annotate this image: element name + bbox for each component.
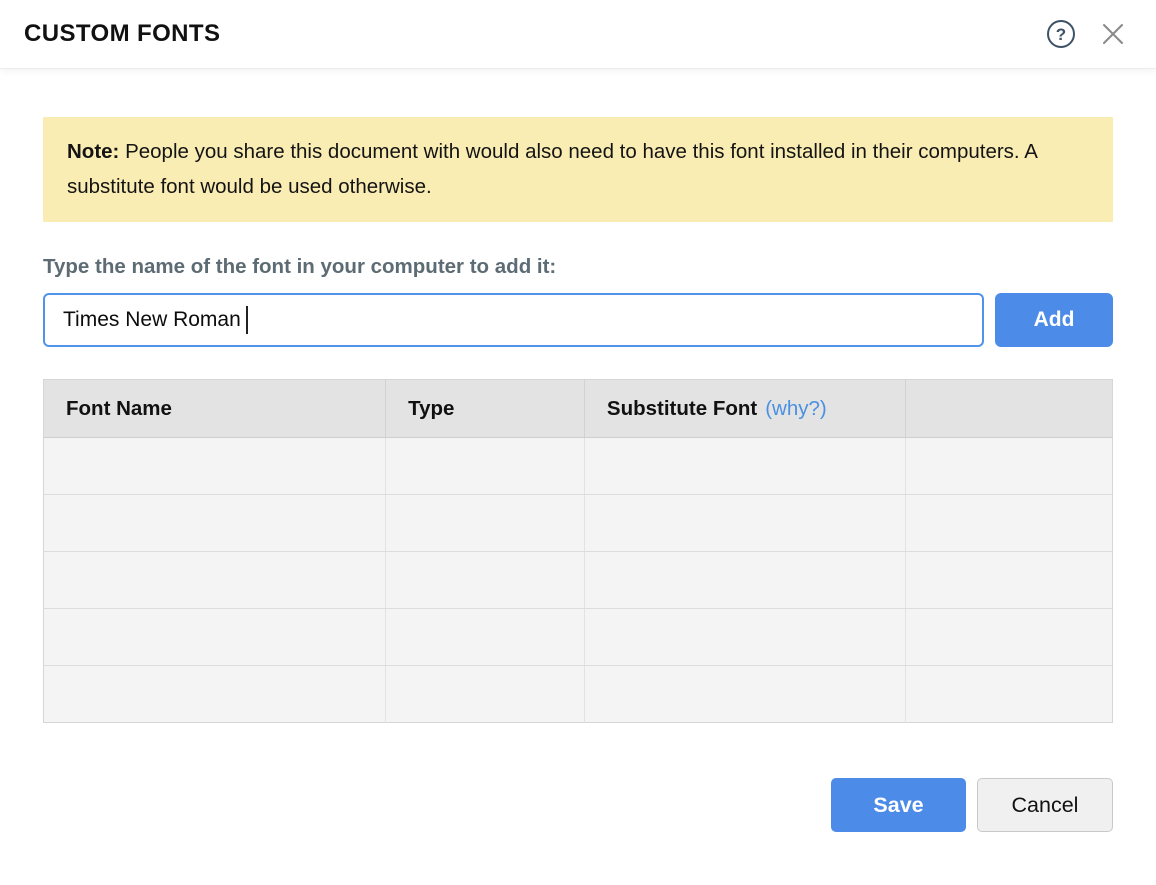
table-cell — [44, 609, 386, 666]
table-cell — [386, 495, 585, 552]
font-name-input[interactable]: Times New Roman — [43, 293, 984, 347]
cancel-button[interactable]: Cancel — [977, 778, 1113, 832]
close-icon — [1102, 23, 1124, 45]
table-cell — [905, 552, 1112, 609]
note-banner: Note: People you share this document wit… — [43, 117, 1113, 222]
close-button[interactable] — [1096, 17, 1130, 51]
table-cell — [386, 438, 585, 495]
table-cell — [44, 438, 386, 495]
dialog-content: Note: People you share this document wit… — [0, 117, 1156, 723]
table-row — [44, 438, 1113, 495]
table-cell — [584, 495, 905, 552]
table-cell — [584, 666, 905, 723]
column-header-substitute-font: Substitute Font(why?) — [584, 380, 905, 438]
font-input-label: Type the name of the font in your comput… — [43, 255, 1113, 279]
table-cell — [44, 495, 386, 552]
table-cell — [905, 495, 1112, 552]
circled-question-mark-icon: ? — [1046, 19, 1076, 49]
table-cell — [386, 552, 585, 609]
table-cell — [584, 552, 905, 609]
table-row — [44, 609, 1113, 666]
table-body — [44, 438, 1113, 723]
table-row — [44, 666, 1113, 723]
dialog-footer: Save Cancel — [0, 778, 1156, 832]
table-row — [44, 552, 1113, 609]
column-header-font-name: Font Name — [44, 380, 386, 438]
font-name-input-value: Times New Roman — [63, 308, 241, 332]
column-header-type: Type — [386, 380, 585, 438]
table-cell — [905, 666, 1112, 723]
custom-fonts-dialog: CUSTOM FONTS ? Note: People you share th… — [0, 0, 1156, 885]
note-label: Note: — [67, 140, 119, 163]
text-cursor — [246, 306, 248, 334]
help-button[interactable]: ? — [1044, 17, 1078, 51]
table-cell — [584, 438, 905, 495]
table-cell — [905, 438, 1112, 495]
table-row — [44, 495, 1113, 552]
column-header-actions — [905, 380, 1112, 438]
why-link[interactable]: (why?) — [765, 397, 827, 420]
font-input-row: Times New Roman Add — [43, 293, 1113, 347]
custom-fonts-table: Font Name Type Substitute Font(why?) — [43, 379, 1113, 723]
note-text: People you share this document with woul… — [67, 140, 1037, 198]
table-cell — [44, 666, 386, 723]
save-button[interactable]: Save — [831, 778, 966, 832]
add-button[interactable]: Add — [995, 293, 1113, 347]
table-cell — [584, 609, 905, 666]
dialog-title: CUSTOM FONTS — [24, 20, 1044, 48]
table-cell — [386, 609, 585, 666]
table-cell — [44, 552, 386, 609]
dialog-header: CUSTOM FONTS ? — [0, 0, 1156, 69]
table-cell — [386, 666, 585, 723]
table-header-row: Font Name Type Substitute Font(why?) — [44, 380, 1113, 438]
table-cell — [905, 609, 1112, 666]
svg-text:?: ? — [1056, 25, 1066, 44]
